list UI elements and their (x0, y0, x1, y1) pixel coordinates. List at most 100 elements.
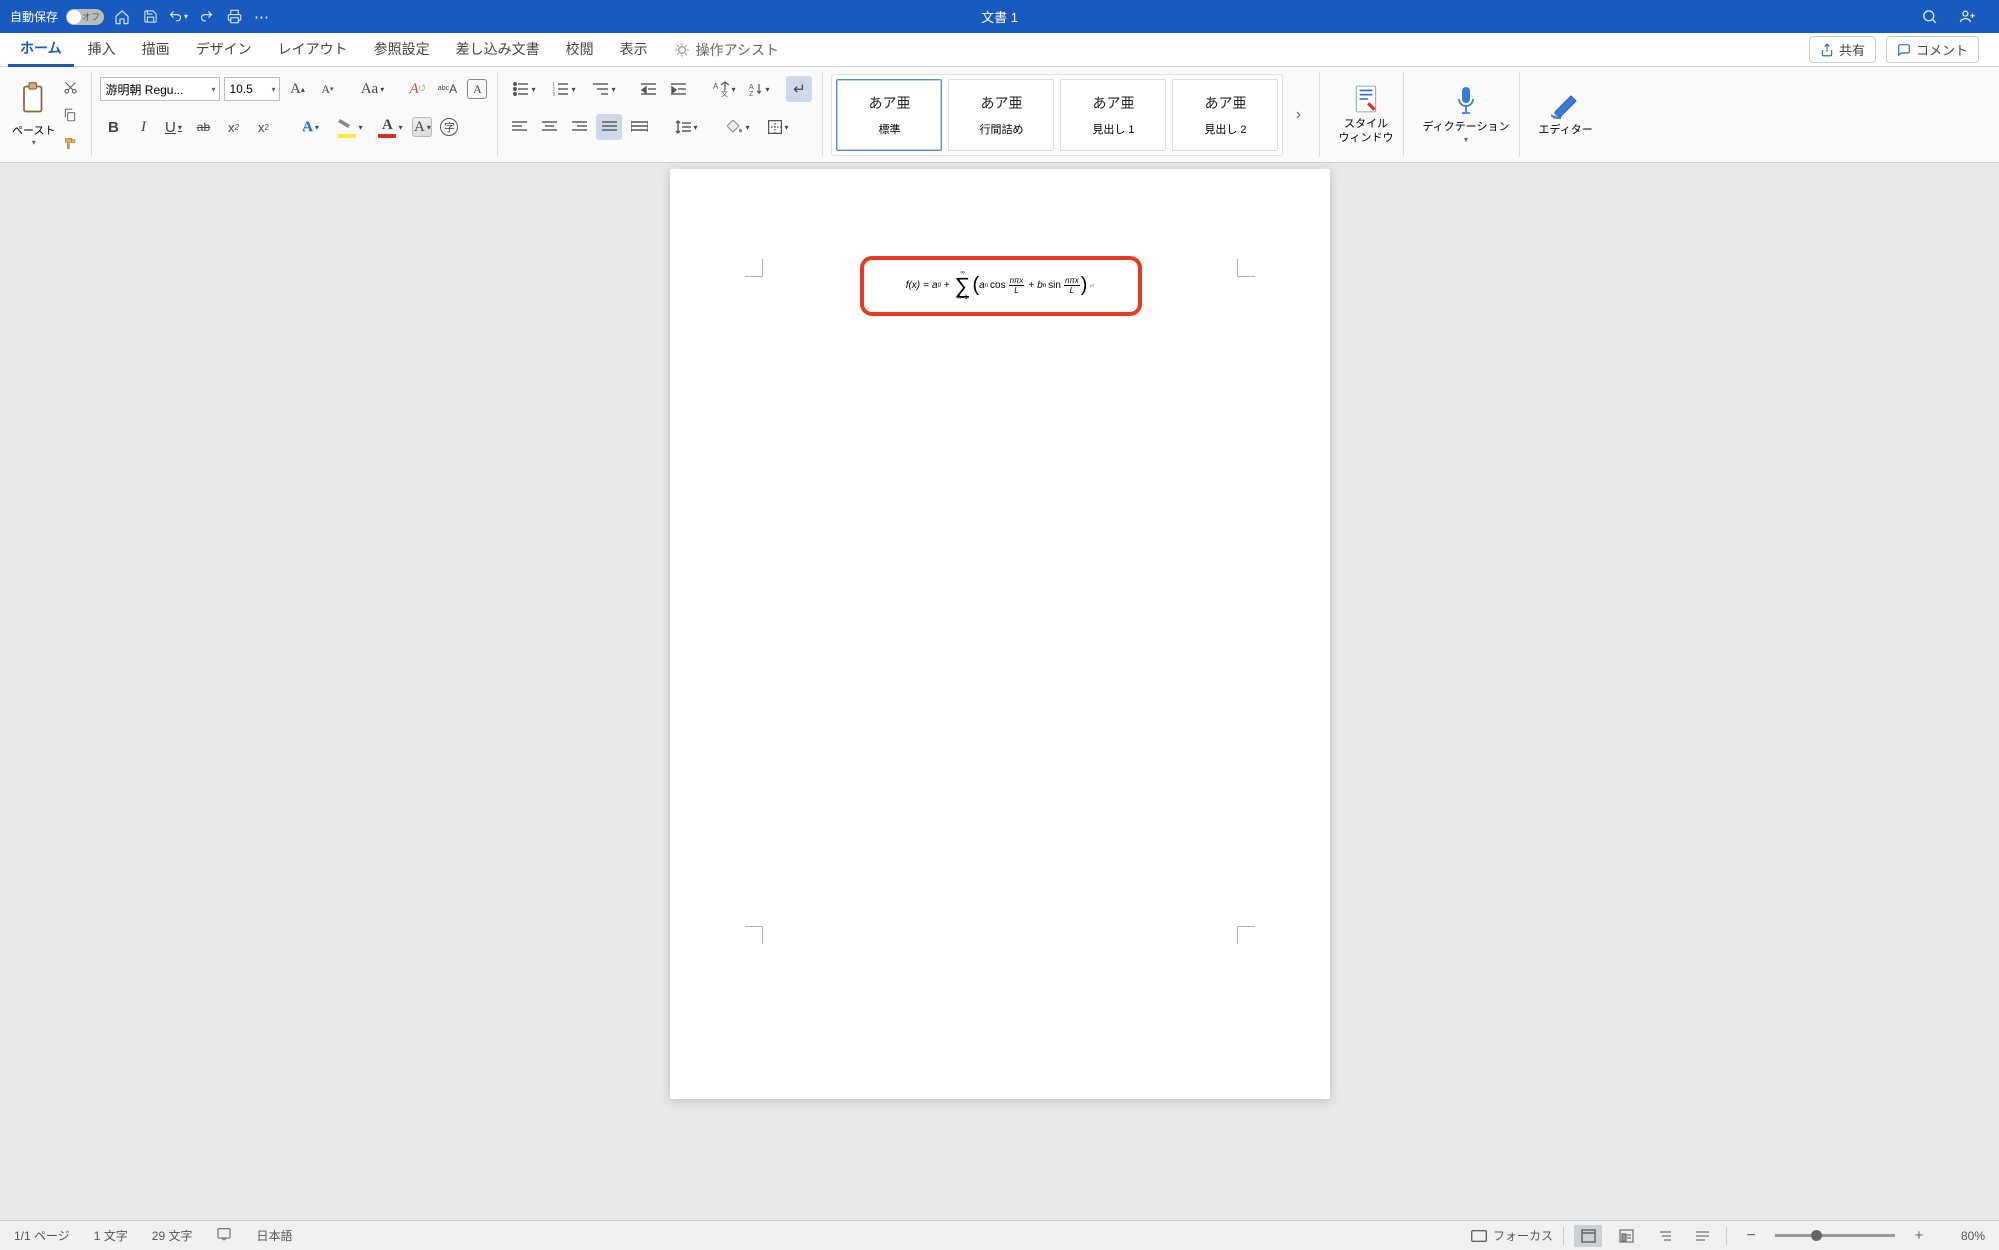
text-effects-icon[interactable]: A (292, 114, 328, 140)
save-icon[interactable] (140, 7, 160, 27)
language[interactable]: 日本語 (256, 1227, 292, 1244)
print-icon[interactable] (224, 7, 244, 27)
print-layout-view-icon[interactable] (1574, 1225, 1602, 1247)
italic-icon[interactable]: I (130, 114, 156, 140)
tab-layout[interactable]: レイアウト (266, 33, 360, 67)
align-justify-icon[interactable] (596, 114, 622, 140)
svg-text:Z: Z (749, 91, 754, 96)
superscript-icon[interactable]: x2 (250, 114, 276, 140)
ribbon-tabs: ホーム 挿入 描画 デザイン レイアウト 参照設定 差し込み文書 校閲 表示 操… (0, 33, 1999, 67)
align-right-icon[interactable] (566, 114, 592, 140)
tab-mailings[interactable]: 差し込み文書 (444, 33, 552, 67)
enclose-char-icon[interactable]: 字 (436, 114, 462, 140)
document-title: 文書 1 (981, 7, 1018, 26)
page[interactable]: f(x) = a0 + ∞ ∑ n=1 ( an cos nπxL + bn s… (670, 169, 1330, 1099)
char-shading-icon[interactable]: A (412, 117, 432, 137)
tell-me-assist[interactable]: 操作アシスト (674, 40, 779, 60)
styles-pane-button[interactable]: スタイル ウィンドウ (1328, 72, 1404, 157)
share-icon[interactable] (1957, 7, 1977, 27)
word-count-2[interactable]: 29 文字 (152, 1227, 193, 1244)
ribbon: ペースト ▾ 游明朝 Regu...▾ 10.5▾ A▴ A▾ Aa A⭯ ab… (0, 67, 1999, 163)
highlight-icon[interactable] (332, 114, 368, 140)
bullet-list-icon[interactable] (506, 76, 542, 102)
margin-marker (1237, 926, 1255, 944)
share-button[interactable]: 共有 (1809, 36, 1876, 63)
decrease-indent-icon[interactable] (636, 76, 662, 102)
align-center-icon[interactable] (536, 114, 562, 140)
font-name-select[interactable]: 游明朝 Regu...▾ (100, 77, 220, 101)
editor-button[interactable]: エディター (1528, 72, 1602, 157)
show-marks-icon[interactable]: ↵ (786, 76, 812, 102)
font-size-select[interactable]: 10.5▾ (224, 77, 280, 101)
styles-pane-label: スタイル ウィンドウ (1338, 118, 1393, 146)
style-heading2[interactable]: あア亜 見出し 2 (1172, 79, 1278, 151)
paste-button[interactable] (14, 76, 54, 122)
zoom-out-icon[interactable]: − (1737, 1225, 1765, 1247)
decrease-font-icon[interactable]: A▾ (314, 76, 340, 102)
undo-icon[interactable]: ▾ (168, 7, 188, 27)
clear-format-icon[interactable]: A⭯ (404, 76, 430, 102)
underline-icon[interactable]: U (160, 114, 186, 140)
number-list-icon[interactable]: 123 (546, 76, 582, 102)
phonetic-guide-icon[interactable]: abcA (434, 76, 460, 102)
zoom-percent[interactable]: 80% (1943, 1229, 1985, 1243)
style-gallery-more-icon[interactable]: › (1289, 106, 1307, 124)
spelling-icon[interactable] (216, 1226, 232, 1245)
tab-references[interactable]: 参照設定 (362, 33, 442, 67)
draft-view-icon[interactable] (1688, 1225, 1716, 1247)
fourier-equation[interactable]: f(x) = a0 + ∞ ∑ n=1 ( an cos nπxL + bn s… (906, 271, 1096, 302)
redo-icon[interactable] (196, 7, 216, 27)
tab-design[interactable]: デザイン (184, 33, 264, 67)
multilevel-list-icon[interactable] (586, 76, 622, 102)
char-border-icon[interactable]: A (467, 79, 487, 99)
borders-icon[interactable] (760, 114, 796, 140)
tab-home[interactable]: ホーム (8, 32, 74, 67)
dictation-button[interactable]: ディクテーション ▾ (1412, 72, 1520, 157)
comments-button[interactable]: コメント (1886, 36, 1979, 63)
line-spacing-icon[interactable] (668, 114, 704, 140)
focus-mode-icon[interactable]: フォーカス (1471, 1227, 1553, 1244)
tab-view[interactable]: 表示 (608, 33, 660, 67)
tab-review[interactable]: 校閲 (554, 33, 606, 67)
subscript-icon[interactable]: x2 (220, 114, 246, 140)
outline-view-icon[interactable] (1650, 1225, 1678, 1247)
strikethrough-icon[interactable]: ab (190, 114, 216, 140)
paste-label: ペースト (12, 122, 55, 138)
more-icon[interactable]: ⋯ (252, 7, 272, 27)
tab-draw[interactable]: 描画 (130, 33, 182, 67)
svg-text:A: A (749, 84, 754, 91)
copy-icon[interactable] (59, 104, 81, 126)
bold-icon[interactable]: B (100, 114, 126, 140)
align-left-icon[interactable] (506, 114, 532, 140)
style-gallery: あア亜 標準 あア亜 行間詰め あア亜 見出し 1 あア亜 見出し 2 (831, 74, 1283, 156)
autosave-toggle[interactable]: オフ (66, 9, 104, 25)
tab-insert[interactable]: 挿入 (76, 33, 128, 67)
format-painter-icon[interactable] (59, 132, 81, 154)
margin-marker (1237, 259, 1255, 277)
text-direction-icon[interactable]: A文 (706, 76, 742, 102)
zoom-in-icon[interactable]: + (1905, 1225, 1933, 1247)
style-no-spacing[interactable]: あア亜 行間詰め (948, 79, 1054, 151)
cut-icon[interactable] (59, 76, 81, 98)
margin-marker (745, 259, 763, 277)
increase-font-icon[interactable]: A▴ (284, 76, 310, 102)
equation-highlight[interactable]: f(x) = a0 + ∞ ∑ n=1 ( an cos nπxL + bn s… (860, 256, 1142, 316)
style-heading1[interactable]: あア亜 見出し 1 (1060, 79, 1166, 151)
change-case-icon[interactable]: Aa (354, 76, 390, 102)
increase-indent-icon[interactable] (666, 76, 692, 102)
margin-marker (745, 926, 763, 944)
title-bar: 自動保存 オフ ▾ ⋯ 文書 1 (0, 0, 1999, 33)
style-normal[interactable]: あア亜 標準 (836, 79, 942, 151)
search-icon[interactable] (1919, 7, 1939, 27)
status-bar: 1/1 ページ 1 文字 29 文字 日本語 フォーカス − + 80% (0, 1220, 1999, 1250)
distributed-align-icon[interactable] (626, 114, 652, 140)
home-icon[interactable] (112, 7, 132, 27)
document-area[interactable]: f(x) = a0 + ∞ ∑ n=1 ( an cos nπxL + bn s… (0, 163, 1999, 1220)
shading-icon[interactable] (720, 114, 756, 140)
font-color-icon[interactable]: A (372, 114, 408, 140)
page-info[interactable]: 1/1 ページ (14, 1227, 70, 1244)
web-layout-view-icon[interactable] (1612, 1225, 1640, 1247)
word-count-1[interactable]: 1 文字 (94, 1227, 128, 1244)
sort-icon[interactable]: AZ (746, 76, 772, 102)
zoom-slider[interactable] (1775, 1234, 1895, 1237)
